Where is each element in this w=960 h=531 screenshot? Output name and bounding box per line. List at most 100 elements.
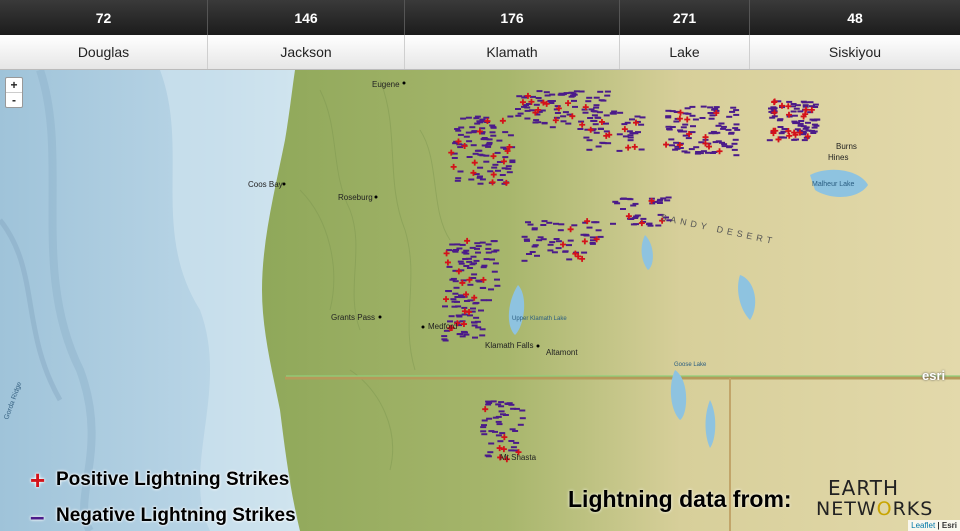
negative-strike-marker	[591, 114, 598, 117]
negative-strike-marker	[630, 223, 637, 226]
negative-strike-marker	[553, 238, 560, 240]
negative-strike-marker	[732, 127, 739, 130]
negative-strike-marker	[498, 410, 505, 413]
negative-strike-marker	[454, 179, 461, 182]
negative-strike-marker	[627, 136, 634, 139]
negative-strike-marker	[730, 106, 737, 109]
negative-strike-marker	[620, 208, 626, 210]
negative-strike-marker	[524, 239, 530, 242]
negative-strike-marker	[452, 292, 459, 295]
negative-strike-marker	[592, 123, 599, 126]
negative-strike-marker	[560, 115, 567, 118]
count-siskiyou: 48	[847, 9, 863, 26]
negative-strike-marker	[491, 270, 498, 273]
negative-strike-marker	[490, 134, 497, 137]
negative-strike-marker	[537, 236, 544, 239]
negative-strike-marker	[475, 245, 482, 248]
name-siskiyou: Siskiyou	[828, 44, 882, 60]
negative-strike-marker	[620, 197, 627, 200]
negative-strike-marker	[688, 148, 695, 151]
negative-strike-marker	[495, 415, 502, 418]
negative-strike-marker	[803, 126, 810, 129]
negative-strike-marker	[689, 131, 696, 134]
leaflet-link[interactable]: Leaflet	[911, 521, 935, 530]
negative-strike-marker	[496, 423, 503, 426]
zoom-in-button[interactable]: +	[6, 78, 22, 92]
negative-strike-marker	[500, 413, 506, 416]
negative-strike-marker	[455, 129, 462, 132]
negative-strike-marker	[479, 328, 486, 331]
negative-strike-marker	[483, 154, 490, 157]
negative-strike-marker	[694, 152, 701, 155]
negative-strike-marker	[616, 149, 623, 152]
negative-strike-marker	[457, 133, 464, 136]
negative-strike-marker	[475, 251, 481, 254]
negative-strike-marker	[562, 111, 569, 114]
negative-strike-marker	[461, 251, 468, 254]
negative-strike-marker	[531, 227, 538, 230]
negative-strike-marker	[547, 100, 554, 102]
negative-strike-marker	[681, 130, 688, 133]
negative-strike-marker	[442, 305, 448, 308]
negative-strike-marker	[509, 428, 516, 431]
negative-strike-marker	[568, 91, 575, 94]
negative-strike-marker	[460, 330, 467, 333]
negative-strike-marker	[565, 122, 572, 125]
negative-strike-marker	[472, 336, 478, 339]
negative-strike-marker	[498, 401, 505, 404]
negative-strike-marker	[537, 99, 544, 102]
esri-attrib: Esri	[941, 521, 957, 530]
negative-strike-marker	[805, 121, 811, 124]
negative-strike-marker	[729, 110, 736, 113]
negative-strike-marker	[655, 224, 662, 227]
label-mt-shasta: Mt Shasta	[500, 453, 537, 462]
negative-strike-marker	[766, 139, 773, 142]
earth-networks-logo: EARTH NETWORKS	[816, 474, 936, 520]
negative-strike-marker	[467, 314, 473, 317]
negative-strike-marker	[470, 277, 477, 279]
negative-strike-marker	[491, 250, 498, 253]
negative-strike-marker	[485, 251, 492, 254]
negative-strike-marker	[476, 280, 483, 283]
negative-strike-marker	[487, 451, 494, 454]
negative-strike-marker	[719, 141, 725, 144]
negative-strike-marker	[517, 112, 524, 115]
negative-strike-marker	[455, 177, 462, 180]
negative-strike-marker	[524, 117, 531, 120]
negative-strike-marker	[611, 110, 618, 113]
negative-strike-marker	[470, 307, 476, 310]
negative-strike-marker	[593, 96, 600, 99]
negative-strike-marker	[471, 324, 478, 327]
negative-strike-marker	[553, 116, 560, 119]
negative-strike-marker	[521, 259, 528, 262]
negative-strike-marker	[543, 91, 550, 94]
negative-strike-marker	[492, 163, 499, 166]
count-lake: 271	[620, 0, 750, 35]
negative-strike-marker	[494, 284, 501, 287]
negative-strike-marker	[582, 111, 589, 114]
negative-strike-marker	[454, 128, 461, 130]
logo-line2b: RKS	[892, 498, 934, 520]
negative-strike-marker	[715, 124, 722, 127]
negative-strike-marker	[480, 426, 487, 429]
negative-strike-marker	[540, 224, 547, 226]
negative-strike-marker	[665, 125, 672, 128]
land-layer	[262, 70, 960, 531]
negative-strike-marker	[578, 120, 585, 123]
negative-strike-marker	[515, 114, 522, 117]
negative-strike-marker	[509, 161, 516, 164]
negative-strike-marker	[725, 128, 732, 131]
count-douglas: 72	[0, 0, 208, 35]
negative-strike-marker	[571, 224, 578, 227]
negative-strike-marker	[682, 134, 689, 137]
negative-strike-marker	[572, 105, 578, 108]
name-klamath: Klamath	[405, 35, 620, 69]
negative-strike-marker	[513, 441, 520, 444]
zoom-out-button[interactable]: -	[6, 92, 22, 107]
negative-strike-marker	[589, 242, 596, 245]
lightning-map[interactable]: Eugene Coos Bay Roseburg Grants Pass Med…	[0, 70, 960, 531]
negative-strike-marker	[638, 123, 645, 126]
negative-strike-marker	[524, 109, 531, 112]
negative-strike-marker	[666, 128, 673, 130]
negative-strike-marker	[727, 145, 734, 148]
